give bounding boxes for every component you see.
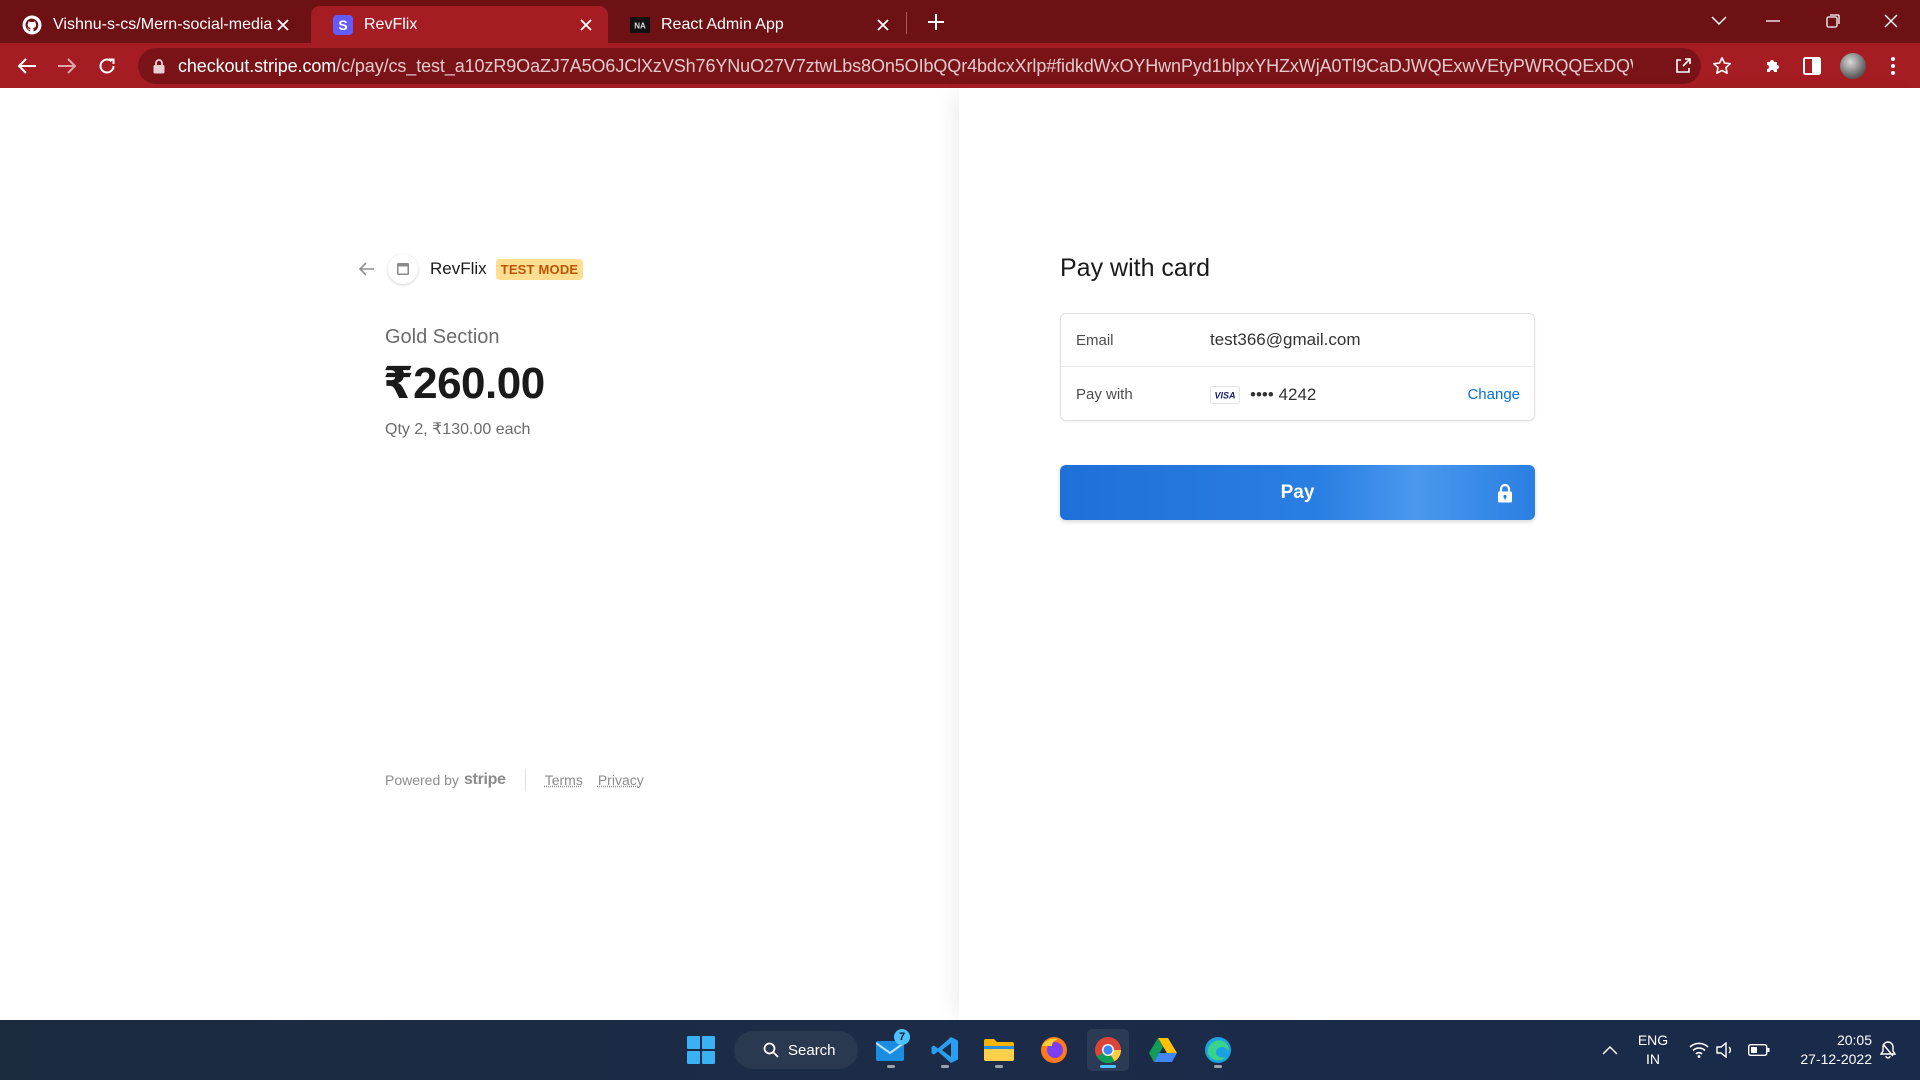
tab-revflix[interactable]: S RevFlix <box>311 6 608 43</box>
tab-title: Vishnu-s-cs/Mern-social-media-a <box>53 15 273 33</box>
bookmark-star-icon[interactable] <box>1709 53 1735 79</box>
back-arrow-icon[interactable] <box>356 258 378 280</box>
search-icon <box>762 1041 780 1059</box>
product-name: Gold Section <box>385 326 500 348</box>
mail-app-icon[interactable]: 7 <box>870 1029 912 1071</box>
payment-pane <box>959 88 1920 1020</box>
card-masked-number: •••• 4242 <box>1250 384 1317 404</box>
reload-icon[interactable] <box>92 51 122 81</box>
test-mode-badge: TEST MODE <box>495 258 584 280</box>
payment-summary-box: Email test366@gmail.com Pay with VISA ••… <box>1060 313 1535 421</box>
new-tab-plus-icon[interactable] <box>923 9 949 35</box>
svg-text:VISA: VISA <box>1214 390 1235 400</box>
tab-divider <box>906 12 907 34</box>
region-code: IN <box>1646 1051 1660 1067</box>
clock-time: 20:05 <box>1836 1032 1872 1048</box>
windows-start-icon[interactable] <box>680 1029 722 1071</box>
running-indicator <box>1100 1065 1116 1068</box>
pay-with-row: Pay with VISA •••• 4242 Change <box>1061 368 1534 421</box>
change-card-link[interactable]: Change <box>1467 386 1520 403</box>
stripe-logo[interactable]: stripe <box>464 771 506 789</box>
pay-with-label: Pay with <box>1076 386 1133 403</box>
footer-divider <box>524 769 526 791</box>
tab-close-icon[interactable] <box>873 15 893 35</box>
restore-icon[interactable] <box>1813 6 1853 36</box>
running-indicator <box>995 1065 1003 1068</box>
file-explorer-icon[interactable] <box>978 1029 1020 1071</box>
running-indicator <box>1214 1065 1222 1068</box>
merchant-header: RevFlix TEST MODE <box>356 254 584 284</box>
merchant-logo-icon[interactable] <box>388 254 418 284</box>
pay-with-card-heading: Pay with card <box>1060 254 1211 282</box>
chrome-menu-icon[interactable] <box>1878 51 1908 81</box>
running-indicator <box>887 1065 895 1068</box>
chrome-taskbar-icon[interactable] <box>1087 1029 1129 1071</box>
url-text[interactable]: checkout.stripe.com/c/pay/cs_test_a10zR9… <box>178 56 1633 77</box>
powered-by-text: Powered by <box>385 772 459 788</box>
google-drive-icon[interactable] <box>1142 1029 1184 1071</box>
quantity-line: Qty 2, ₹130.00 each <box>385 421 531 438</box>
pay-button[interactable]: Pay <box>1060 465 1535 520</box>
tab-close-icon[interactable] <box>273 15 293 35</box>
saved-card: VISA •••• 4242 <box>1210 385 1316 405</box>
tab-github[interactable]: Vishnu-s-cs/Mern-social-media-a <box>0 6 305 43</box>
visa-icon: VISA <box>1210 385 1240 404</box>
merchant-name[interactable]: RevFlix <box>430 259 487 279</box>
vscode-icon[interactable] <box>924 1029 966 1071</box>
pay-button-label: Pay <box>1280 481 1315 503</box>
forward-icon[interactable] <box>52 51 82 81</box>
mail-badge: 7 <box>894 1029 910 1045</box>
url-path: /c/pay/cs_test_a10zR9OaZJ7A5O6JClXzVSh76… <box>336 55 1633 76</box>
total-price: ₹260.00 <box>383 359 545 408</box>
volume-icon[interactable] <box>1715 1040 1737 1060</box>
edge-icon[interactable] <box>1197 1029 1239 1071</box>
tab-search-chevron-icon[interactable] <box>1699 6 1739 36</box>
checkout-footer: Powered by stripe Terms Privacy <box>385 769 659 791</box>
svg-text:NA: NA <box>634 21 646 30</box>
back-icon[interactable] <box>12 51 42 81</box>
running-indicator <box>941 1065 949 1068</box>
react-admin-icon: NA <box>630 15 650 35</box>
clock-date: 27-12-2022 <box>1800 1051 1872 1067</box>
email-label: Email <box>1076 331 1114 349</box>
lock-icon <box>1495 482 1515 504</box>
tray-chevron-up-icon[interactable] <box>1599 1040 1621 1060</box>
stripe-s-icon: S <box>333 14 353 35</box>
email-value: test366@gmail.com <box>1210 330 1361 349</box>
browser-toolbar: checkout.stripe.com/c/pay/cs_test_a10zR9… <box>0 43 1920 88</box>
notification-bell-icon[interactable] <box>1877 1040 1899 1060</box>
extensions-puzzle-icon[interactable] <box>1758 51 1788 81</box>
email-row: Email test366@gmail.com <box>1061 314 1534 367</box>
taskbar-search-box[interactable]: Search <box>734 1031 858 1069</box>
windows-taskbar: Search 7 ENG IN 20:05 27-12-2022 <box>0 1020 1920 1080</box>
profile-avatar[interactable] <box>1838 51 1868 81</box>
clock[interactable]: 20:05 27-12-2022 <box>1784 1031 1872 1069</box>
svg-text:S: S <box>338 17 347 33</box>
github-icon <box>22 15 42 35</box>
battery-icon[interactable] <box>1748 1040 1770 1060</box>
privacy-link[interactable]: Privacy <box>598 772 644 788</box>
minimize-icon[interactable] <box>1753 6 1793 36</box>
share-icon[interactable] <box>1670 53 1696 79</box>
order-summary-pane <box>0 88 959 1020</box>
address-bar[interactable]: checkout.stripe.com/c/pay/cs_test_a10zR9… <box>138 48 1701 84</box>
tab-react-admin[interactable]: NA React Admin App <box>608 6 905 43</box>
terms-link[interactable]: Terms <box>545 772 583 788</box>
tab-close-icon[interactable] <box>576 15 596 35</box>
url-host: checkout.stripe.com <box>178 55 337 76</box>
lock-icon[interactable] <box>150 57 168 75</box>
language-indicator[interactable]: ENG IN <box>1633 1031 1673 1069</box>
firefox-icon[interactable] <box>1033 1029 1075 1071</box>
tab-title: React Admin App <box>661 15 784 33</box>
taskbar-search-label: Search <box>788 1041 836 1059</box>
side-panel-icon[interactable] <box>1797 51 1827 81</box>
language-code: ENG <box>1637 1032 1669 1048</box>
wifi-icon[interactable] <box>1688 1040 1710 1060</box>
tab-title: RevFlix <box>364 15 418 33</box>
browser-tab-bar: Vishnu-s-cs/Mern-social-media-a S RevFli… <box>0 0 1920 43</box>
close-window-icon[interactable] <box>1871 6 1911 36</box>
